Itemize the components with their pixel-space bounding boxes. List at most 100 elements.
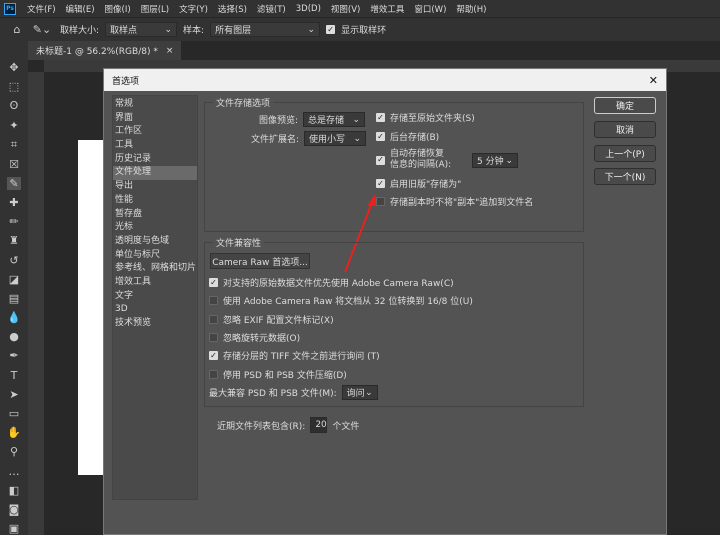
menu-item[interactable]: 文字(Y) xyxy=(174,3,213,15)
checkbox[interactable] xyxy=(209,314,218,324)
close-icon[interactable]: ✕ xyxy=(649,74,658,87)
checkbox[interactable] xyxy=(209,296,218,306)
marquee-tool-icon[interactable]: ⬚ xyxy=(7,80,21,93)
checkbox-row[interactable]: 忽略 EXIF 配置文件标记(X) xyxy=(209,313,334,326)
ok-button[interactable]: 确定 xyxy=(594,97,656,114)
recent-files-input[interactable]: 20 xyxy=(310,417,328,433)
blur-tool-icon[interactable]: 💧 xyxy=(7,311,21,324)
menu-item[interactable]: 帮助(H) xyxy=(451,3,491,15)
sidebar-item[interactable]: 历史记录 xyxy=(113,153,197,167)
menu-item[interactable]: 视图(V) xyxy=(326,3,365,15)
sidebar-item[interactable]: 文字 xyxy=(113,290,197,304)
checkbox-row[interactable]: 忽略旋转元数据(O) xyxy=(209,331,300,344)
sidebar-item[interactable]: 文件处理 xyxy=(113,166,197,181)
sidebar-item[interactable]: 3D xyxy=(113,303,197,317)
checkbox[interactable]: ✓ xyxy=(376,113,385,122)
pen-tool-icon[interactable]: ✒ xyxy=(7,349,21,362)
checkbox-label: 存储至原始文件夹(S) xyxy=(390,114,475,124)
menu-item[interactable]: 图像(I) xyxy=(100,3,136,15)
menu-item[interactable]: 选择(S) xyxy=(213,3,252,15)
home-icon[interactable]: ⌂ xyxy=(10,23,24,37)
checkbox[interactable]: ✓ xyxy=(209,351,218,361)
next-button[interactable]: 下一个(N) xyxy=(594,168,656,185)
menu-item[interactable]: 窗口(W) xyxy=(409,3,451,15)
checkbox-row[interactable]: 使用 Adobe Camera Raw 将文档从 32 位转换到 16/8 位(… xyxy=(209,294,473,307)
tools-panel: ✥ ⬚ ʘ ✦ ⌗ ☒ ✎ ✚ ✏ ♜ ↺ ◪ ▤ 💧 ● ✒ T ➤ ▭ ✋ … xyxy=(0,41,28,535)
sidebar-item[interactable]: 工具 xyxy=(113,139,197,153)
frame-tool-icon[interactable]: ☒ xyxy=(7,158,21,171)
checkbox[interactable]: ✓ xyxy=(376,132,385,141)
checkbox-label-line: 信息的间隔(A): xyxy=(390,160,452,170)
hand-tool-icon[interactable]: ✋ xyxy=(7,426,21,439)
quick-mask-icon[interactable]: ◙ xyxy=(7,503,21,516)
brush-tool-icon[interactable]: ✏ xyxy=(7,215,21,228)
sample-select[interactable]: 所有图层 ⌄ xyxy=(210,22,321,37)
sidebar-item[interactable]: 透明度与色域 xyxy=(113,235,197,249)
chevron-down-icon: ⌄ xyxy=(365,387,373,398)
sidebar-item[interactable]: 技术预览 xyxy=(113,317,197,331)
sidebar-item[interactable]: 暂存盘 xyxy=(113,208,197,222)
sidebar-item[interactable]: 增效工具 xyxy=(113,276,197,290)
checkbox-row[interactable]: 存储副本时不将"副本"追加到文件名 xyxy=(376,195,533,208)
more-tools-icon[interactable]: … xyxy=(7,464,21,478)
rectangle-tool-icon[interactable]: ▭ xyxy=(7,407,21,420)
checkbox[interactable]: ✓ xyxy=(209,278,218,287)
menu-item[interactable]: 3D(D) xyxy=(291,4,326,14)
color-swatches-icon[interactable]: ◧ xyxy=(7,484,21,497)
lasso-tool-icon[interactable]: ʘ xyxy=(7,99,21,112)
checkbox[interactable] xyxy=(209,369,218,379)
sidebar-item[interactable]: 性能 xyxy=(113,194,197,208)
eyedropper-tool-icon[interactable]: ✎ xyxy=(7,176,21,191)
history-brush-icon[interactable]: ↺ xyxy=(7,254,21,267)
checkbox-row[interactable]: ✓ 存储至原始文件夹(S) xyxy=(376,111,475,124)
show-ring-checkbox[interactable]: ✓ xyxy=(326,25,336,34)
menu-item[interactable]: 文件(F) xyxy=(22,3,61,15)
menu-item[interactable]: 增效工具 xyxy=(365,3,409,15)
magic-wand-icon[interactable]: ✦ xyxy=(7,119,21,132)
autosave-interval-select[interactable]: 5 分钟 ⌄ xyxy=(472,153,518,168)
menu-item[interactable]: 编辑(E) xyxy=(61,3,100,15)
sidebar-item[interactable]: 导出 xyxy=(113,180,197,194)
max-compat-select[interactable]: 询问 ⌄ xyxy=(341,385,378,400)
group-title: 文件兼容性 xyxy=(213,236,265,249)
zoom-tool-icon[interactable]: ⚲ xyxy=(7,445,21,458)
path-select-icon[interactable]: ➤ xyxy=(7,388,21,401)
sidebar-item[interactable]: 工作区 xyxy=(113,125,197,139)
sidebar-item[interactable]: 常规 xyxy=(113,98,197,112)
sidebar-item[interactable]: 界面 xyxy=(113,112,197,126)
menu-item[interactable]: 图层(L) xyxy=(136,3,174,15)
checkbox[interactable]: ✓ xyxy=(376,155,385,165)
sidebar-item[interactable]: 参考线、网格和切片 xyxy=(113,262,197,276)
move-tool-icon[interactable]: ✥ xyxy=(7,61,21,74)
checkbox-row[interactable]: ✓ 存储分层的 TIFF 文件之前进行询问 (T) xyxy=(209,349,380,362)
checkbox[interactable]: ✓ xyxy=(376,179,385,188)
camera-raw-preferences-button[interactable]: Camera Raw 首选项... xyxy=(210,253,310,269)
crop-tool-icon[interactable]: ⌗ xyxy=(7,138,21,152)
checkbox-row[interactable]: ✓ 自动存储恢复 信息的间隔(A): xyxy=(376,149,451,171)
type-tool-icon[interactable]: T xyxy=(7,369,21,382)
checkbox-row[interactable]: ✓ 启用旧版"存储为" xyxy=(376,177,461,190)
eraser-tool-icon[interactable]: ◪ xyxy=(7,273,21,286)
eyedropper-icon[interactable]: ✎⌄ xyxy=(30,23,54,37)
checkbox[interactable] xyxy=(209,332,218,342)
image-preview-select[interactable]: 总是存储 ⌄ xyxy=(303,112,366,127)
checkbox-row[interactable]: 停用 PSD 和 PSB 文件压缩(D) xyxy=(209,368,347,381)
document-tab[interactable]: 未标题-1 @ 56.2%(RGB/8) * × xyxy=(28,41,182,60)
sidebar-item[interactable]: 光标 xyxy=(113,221,197,235)
previous-button[interactable]: 上一个(P) xyxy=(594,145,656,162)
healing-brush-icon[interactable]: ✚ xyxy=(7,196,21,209)
checkbox-row[interactable]: ✓ 对支持的原始数据文件优先使用 Adobe Camera Raw(C) xyxy=(209,276,454,289)
sidebar-item[interactable]: 单位与标尺 xyxy=(113,249,197,263)
chevron-down-icon: ⌄ xyxy=(164,24,173,35)
menu-item[interactable]: 滤镜(T) xyxy=(252,3,291,15)
stamp-tool-icon[interactable]: ♜ xyxy=(7,234,21,247)
sample-size-select[interactable]: 取样点 ⌄ xyxy=(105,22,178,37)
file-extension-select[interactable]: 使用小写 ⌄ xyxy=(304,131,367,146)
cancel-button[interactable]: 取消 xyxy=(594,121,656,138)
gradient-tool-icon[interactable]: ▤ xyxy=(7,292,21,305)
screen-mode-icon[interactable]: ▣ xyxy=(7,522,21,535)
checkbox-row[interactable]: ✓ 后台存储(B) xyxy=(376,130,439,143)
dodge-tool-icon[interactable]: ● xyxy=(7,330,21,343)
checkbox[interactable] xyxy=(376,197,385,206)
close-tab-icon[interactable]: × xyxy=(166,46,174,56)
